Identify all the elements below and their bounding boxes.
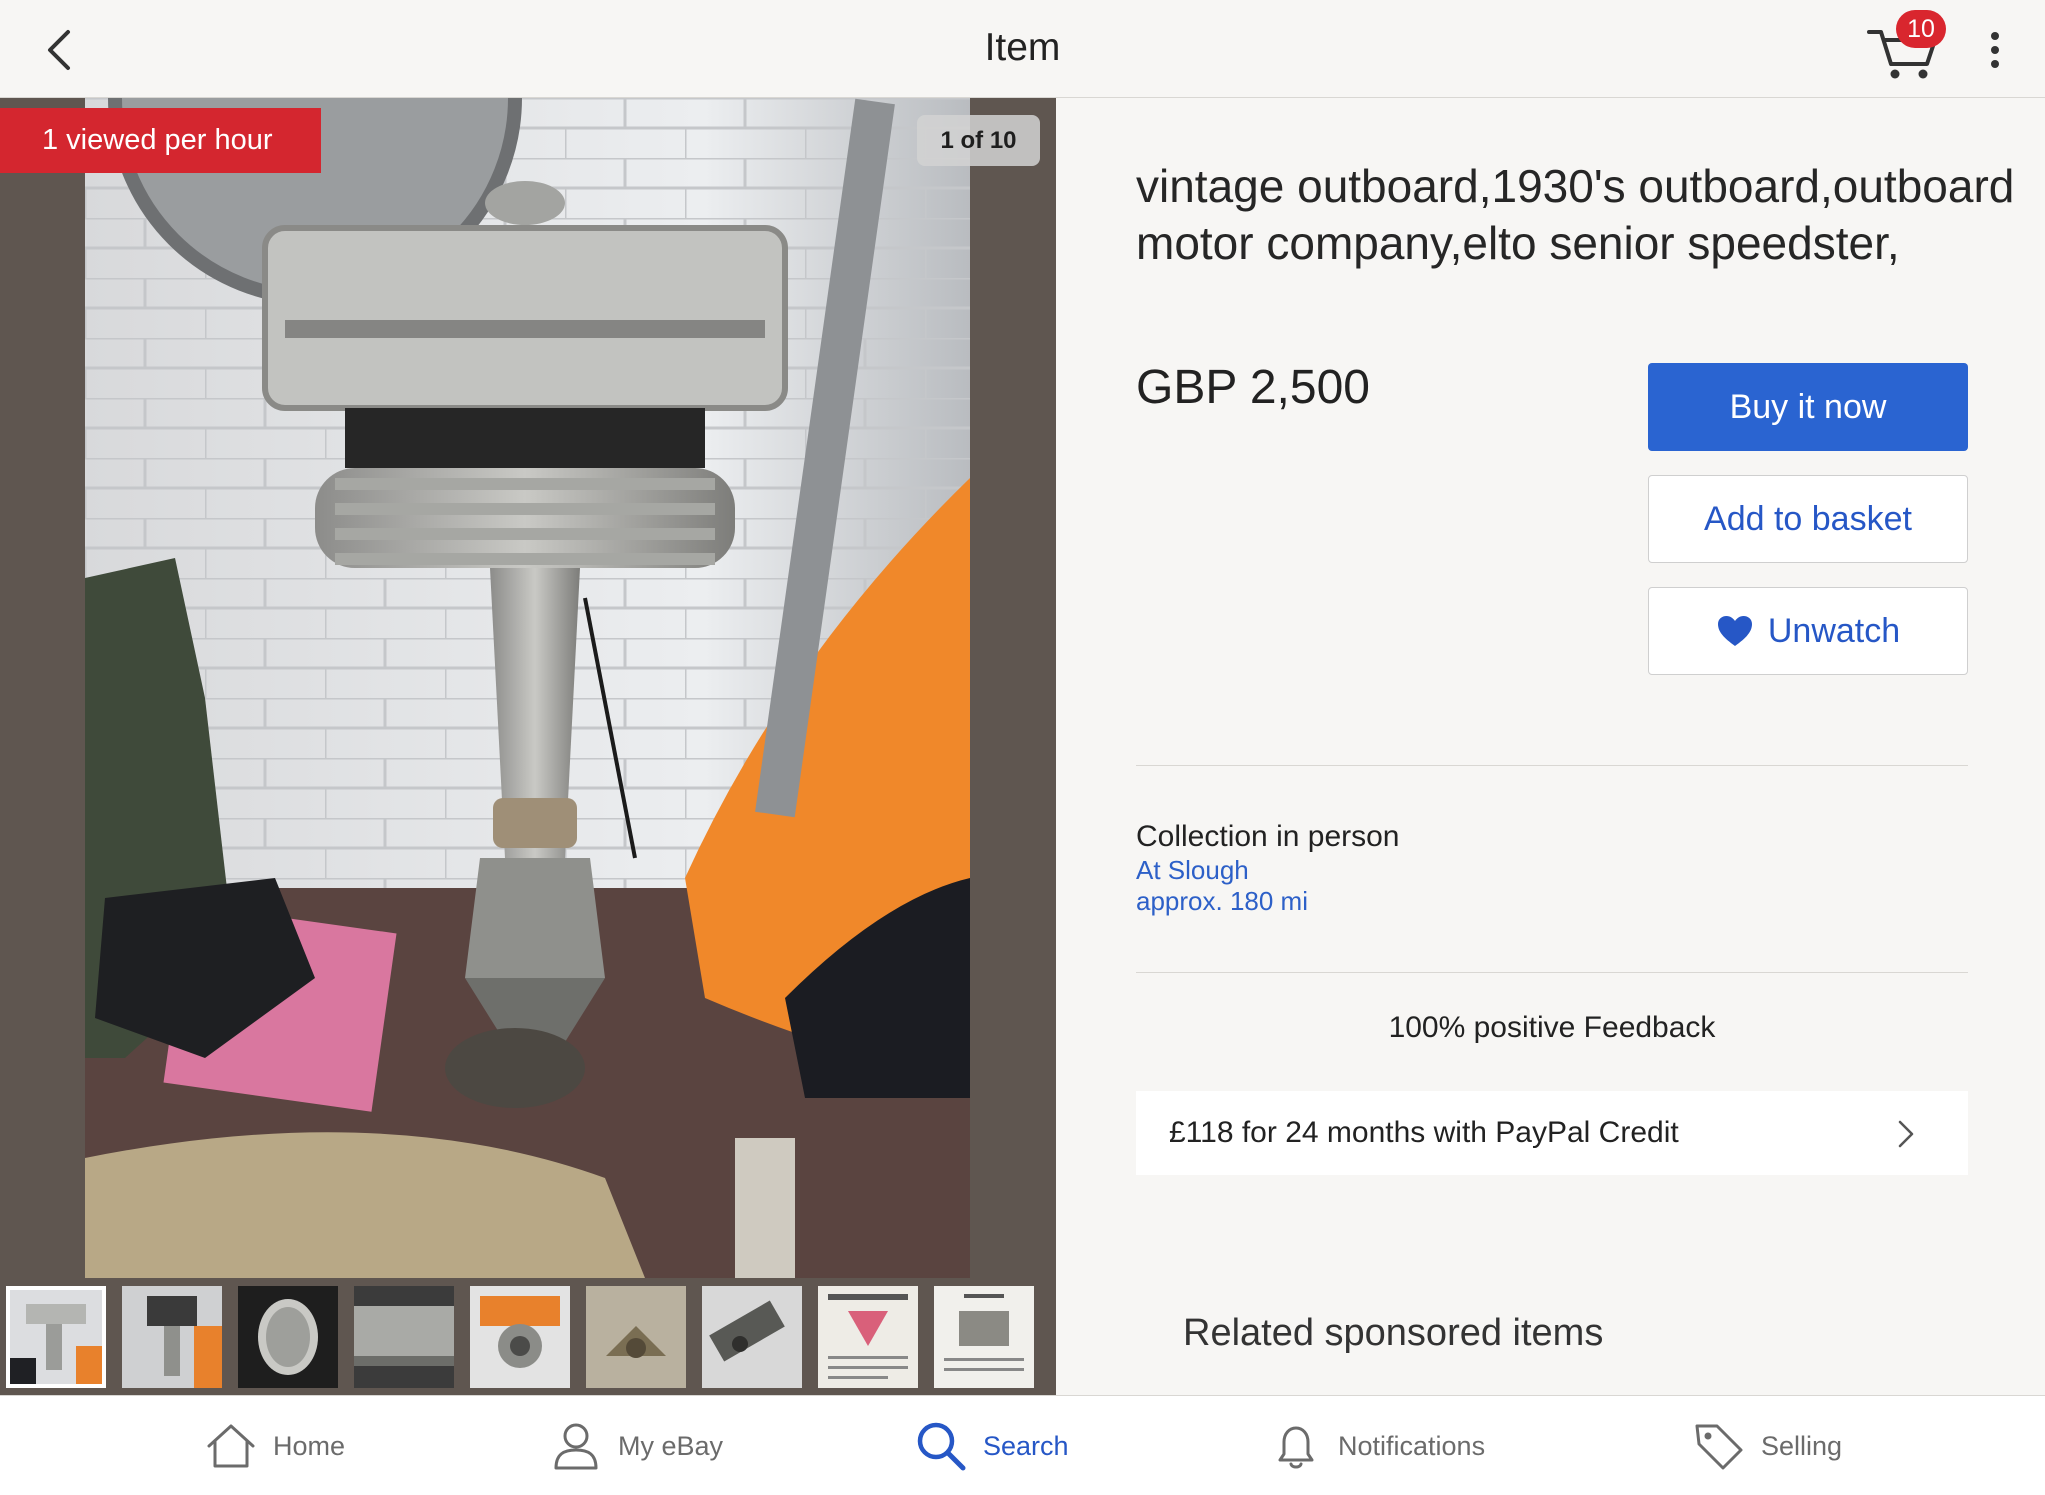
chevron-right-icon	[1898, 1120, 1914, 1148]
thumbnail-7[interactable]	[702, 1286, 802, 1388]
buy-it-now-label: Buy it now	[1729, 387, 1887, 426]
tab-search-label: Search	[983, 1430, 1069, 1461]
tab-my-ebay-label: My eBay	[618, 1430, 724, 1461]
top-app-bar: Item 10	[0, 0, 2045, 98]
divider	[1136, 972, 1968, 973]
related-sponsored-title: Related sponsored items	[1183, 1312, 1604, 1354]
thumbnail-strip	[6, 1286, 1034, 1388]
thumbnail-8[interactable]	[818, 1286, 918, 1388]
thumbnail-6[interactable]	[586, 1286, 686, 1388]
unwatch-label: Unwatch	[1767, 611, 1901, 650]
bell-icon	[1278, 1426, 1314, 1469]
add-to-basket-label: Add to basket	[1704, 499, 1912, 538]
person-icon	[554, 1423, 598, 1470]
buy-it-now-button[interactable]: Buy it now	[1648, 363, 1968, 451]
page-title: Item	[984, 26, 1061, 69]
collection-label: Collection in person	[1136, 820, 1400, 853]
home-icon	[207, 1424, 255, 1468]
thumbnail-5[interactable]	[470, 1286, 570, 1388]
tab-selling-label: Selling	[1761, 1430, 1843, 1461]
thumbnail-1[interactable]	[6, 1286, 106, 1388]
tab-notifications-label: Notifications	[1338, 1430, 1486, 1461]
item-details-panel: vintage outboard,1930's outboard,outboar…	[1056, 98, 2045, 1395]
collection-distance: approx. 180 mi	[1136, 886, 1308, 916]
more-options-button[interactable]	[1980, 28, 2010, 72]
thumbnail-2[interactable]	[122, 1286, 222, 1388]
tag-icon	[1695, 1424, 1743, 1470]
cart-count-badge: 10	[1896, 10, 1946, 48]
tab-notifications[interactable]: Notifications	[1270, 1396, 1485, 1495]
add-to-basket-button[interactable]: Add to basket	[1648, 475, 1968, 563]
image-gallery[interactable]: 1 viewed per hour 1 of 10	[0, 98, 1056, 1395]
item-price: GBP 2,500	[1136, 361, 1370, 414]
divider	[1136, 765, 1968, 766]
tab-home[interactable]: Home	[205, 1396, 345, 1495]
more-vertical-icon	[1991, 32, 1999, 68]
paypal-credit-text: £118 for 24 months with PayPal Credit	[1169, 1116, 1679, 1149]
unwatch-button[interactable]: Unwatch	[1648, 587, 1968, 675]
search-icon	[917, 1422, 966, 1471]
item-title: vintage outboard,1930's outboard,outboar…	[1136, 160, 2015, 269]
collection-location-link[interactable]: At Slough	[1136, 855, 1249, 886]
heart-icon	[1717, 616, 1752, 646]
tab-search[interactable]: Search	[915, 1396, 1069, 1495]
tab-my-ebay[interactable]: My eBay	[550, 1396, 723, 1495]
thumbnail-3[interactable]	[238, 1286, 338, 1388]
image-counter-badge: 1 of 10	[917, 115, 1040, 166]
main-item-photo[interactable]	[85, 98, 970, 1278]
seller-feedback: 100% positive Feedback	[1388, 1011, 1716, 1044]
tab-selling[interactable]: Selling	[1693, 1396, 1842, 1495]
paypal-credit-row[interactable]: £118 for 24 months with PayPal Credit	[1136, 1091, 1968, 1175]
bottom-tab-bar: Home My eBay Search Notifications Sellin…	[0, 1395, 2045, 1495]
tab-home-label: Home	[273, 1430, 346, 1461]
views-per-hour-badge: 1 viewed per hour	[0, 108, 321, 173]
thumbnail-9[interactable]	[934, 1286, 1034, 1388]
thumbnail-4[interactable]	[354, 1286, 454, 1388]
